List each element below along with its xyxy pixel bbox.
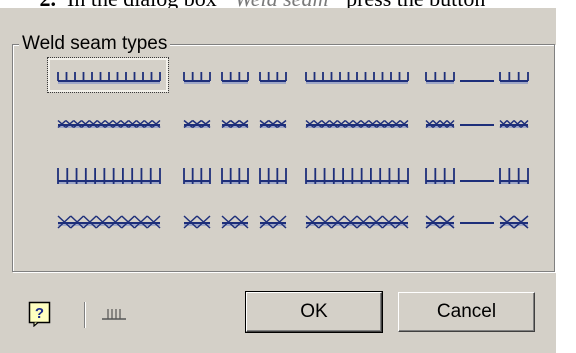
seam-symbol-continuous-cross-small-icon <box>57 119 161 129</box>
seam-type-staggered-comb[interactable] <box>415 57 537 93</box>
seam-type-intermittent-cross-small[interactable] <box>173 105 295 141</box>
seam-symbol-staggered-cross-large-icon <box>425 215 529 229</box>
help-icon[interactable]: ? <box>28 301 52 327</box>
seam-type-continuous-cross-large[interactable] <box>47 203 169 239</box>
seam-types-group: Weld seam types <box>12 33 555 272</box>
weld-seam-icon[interactable] <box>100 304 128 324</box>
seam-type-chain-hash[interactable] <box>295 157 417 193</box>
seam-symbol-intermittent-comb-icon <box>183 72 287 84</box>
seam-type-staggered-hash[interactable] <box>415 157 537 193</box>
seam-type-continuous-cross-small[interactable] <box>47 105 169 141</box>
seam-type-intermittent-comb[interactable] <box>173 57 295 93</box>
seam-symbol-chain-hash-icon <box>305 168 409 184</box>
seam-type-continuous-hash[interactable] <box>47 157 169 193</box>
seam-type-staggered-cross-small[interactable] <box>415 105 537 141</box>
weld-seam-dialog: Weld seam types ? OK Cancel <box>0 8 556 353</box>
seam-symbol-staggered-comb-icon <box>425 72 529 84</box>
seam-type-intermittent-hash[interactable] <box>173 157 295 193</box>
seam-type-chain-comb[interactable] <box>295 57 417 93</box>
seam-symbol-chain-cross-small-icon <box>305 119 409 129</box>
seam-type-intermittent-cross-large[interactable] <box>173 203 295 239</box>
seam-symbol-staggered-hash-icon <box>425 168 529 184</box>
seam-type-continuous-comb[interactable] <box>47 57 169 93</box>
seam-type-staggered-cross-large[interactable] <box>415 203 537 239</box>
seam-symbol-chain-cross-large-icon <box>305 215 409 229</box>
seam-symbol-staggered-cross-small-icon <box>425 119 529 129</box>
seam-symbol-continuous-comb-icon <box>57 72 161 84</box>
seam-symbol-intermittent-cross-large-icon <box>183 215 287 229</box>
seam-type-chain-cross-large[interactable] <box>295 203 417 239</box>
seam-symbol-continuous-cross-large-icon <box>57 215 161 229</box>
toolbar-separator <box>84 302 85 328</box>
ok-button[interactable]: OK <box>245 291 383 333</box>
seam-type-chain-cross-small[interactable] <box>295 105 417 141</box>
seam-symbol-intermittent-hash-icon <box>183 168 287 184</box>
seam-symbol-intermittent-cross-small-icon <box>183 119 287 129</box>
seam-symbol-continuous-hash-icon <box>57 168 161 184</box>
group-title: Weld seam types <box>19 33 171 55</box>
cancel-button[interactable]: Cancel <box>398 292 535 332</box>
svg-text:?: ? <box>35 305 44 322</box>
seam-symbol-chain-comb-icon <box>305 72 409 84</box>
